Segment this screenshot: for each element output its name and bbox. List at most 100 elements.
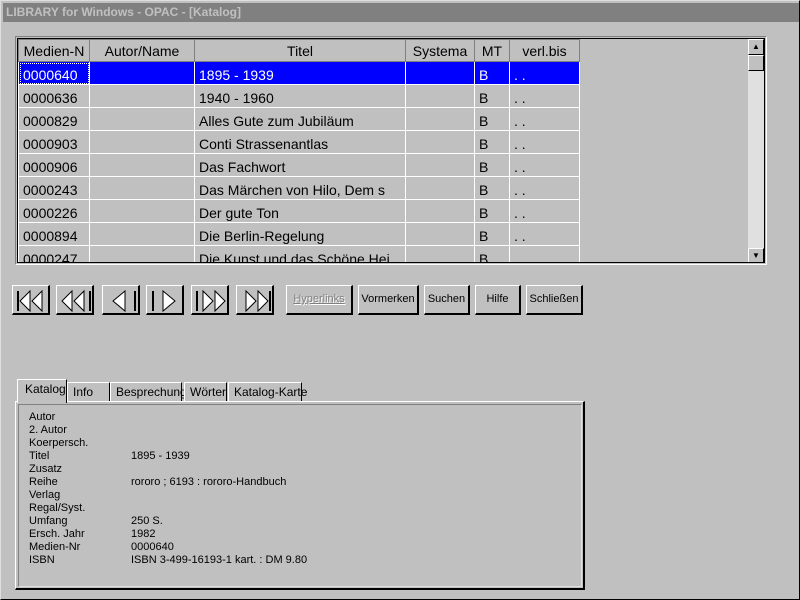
schliessen-button[interactable]: Schließen: [526, 285, 583, 315]
table-cell[interactable]: . .: [509, 153, 580, 177]
table-cell[interactable]: [405, 222, 475, 246]
vormerken-button[interactable]: Vormerken: [358, 285, 419, 315]
scroll-thumb[interactable]: [748, 55, 764, 71]
suchen-button[interactable]: Suchen: [424, 285, 470, 315]
table-cell[interactable]: . .: [509, 176, 580, 200]
table-cell[interactable]: Das Märchen von Hilo, Dem s: [194, 176, 406, 200]
table-cell[interactable]: . .: [509, 130, 580, 154]
next-page-button[interactable]: [191, 285, 229, 315]
table-cell[interactable]: . .: [509, 222, 580, 246]
table-cell[interactable]: B: [474, 107, 510, 131]
table-cell[interactable]: 0000226: [18, 199, 90, 223]
table-cell[interactable]: Das Fachwort: [194, 153, 406, 177]
table-row[interactable]: 0000894 Die Berlin-Regelung B. .: [18, 222, 580, 246]
tab-woerter[interactable]: Wörter: [184, 382, 227, 402]
table-cell[interactable]: Die Berlin-Regelung: [194, 222, 406, 246]
table-cell[interactable]: 0000636: [18, 84, 90, 108]
table-row[interactable]: 0000640 1895 - 1939 B. .: [18, 61, 580, 85]
table-cell[interactable]: B: [474, 61, 510, 85]
table-cell[interactable]: Die Kunst und das Schöne Hei: [194, 245, 406, 262]
table-row[interactable]: 0000243 Das Märchen von Hilo, Dem s B. .: [18, 176, 580, 200]
table-cell[interactable]: [405, 130, 475, 154]
table-cell[interactable]: [405, 61, 475, 85]
table-cell[interactable]: [89, 153, 195, 177]
detail-label: Verlag: [29, 489, 61, 501]
table-cell[interactable]: B: [474, 222, 510, 246]
detail-value: 0000640: [131, 541, 174, 553]
table-cell[interactable]: . .: [509, 199, 580, 223]
table-cell[interactable]: Conti Strassenantlas: [194, 130, 406, 154]
table-cell[interactable]: [89, 245, 195, 262]
table-cell[interactable]: [405, 84, 475, 108]
column-header[interactable]: Autor/Name: [89, 39, 195, 62]
detail-value: rororo ; 6193 : rororo-Handbuch: [131, 476, 287, 488]
tab-besprechung[interactable]: Besprechung: [110, 382, 187, 402]
tab-katalog[interactable]: Katalog: [17, 379, 67, 403]
table-cell[interactable]: 0000640: [18, 61, 90, 85]
table-cell[interactable]: 0000906: [18, 153, 90, 177]
table-cell[interactable]: [89, 222, 195, 246]
table-cell[interactable]: 1940 - 1960: [194, 84, 406, 108]
table-cell[interactable]: . .: [509, 61, 580, 85]
table-cell[interactable]: . .: [509, 84, 580, 108]
table-cell[interactable]: 0000894: [18, 222, 90, 246]
last-record-button[interactable]: [236, 285, 274, 315]
first-record-button[interactable]: [12, 285, 50, 315]
prev-page-button[interactable]: [56, 285, 94, 315]
table-cell[interactable]: B: [474, 199, 510, 223]
table-cell[interactable]: 1895 - 1939: [194, 61, 406, 85]
hyperlinks-button[interactable]: Hyperlinks: [286, 285, 353, 315]
column-header[interactable]: Titel: [194, 39, 406, 62]
tab-katalog-karte[interactable]: Katalog-Karte: [228, 382, 307, 402]
table-cell[interactable]: B: [474, 130, 510, 154]
table-cell[interactable]: [89, 84, 195, 108]
table-cell[interactable]: [89, 199, 195, 223]
table-cell[interactable]: [89, 176, 195, 200]
tab-info[interactable]: Info: [67, 382, 110, 402]
table-cell[interactable]: 0000243: [18, 176, 90, 200]
table-row[interactable]: 0000829 Alles Gute zum Jubiläum B. .: [18, 107, 580, 131]
column-header[interactable]: Systema: [405, 39, 475, 62]
table-cell[interactable]: 0000829: [18, 107, 90, 131]
table-row[interactable]: 0000636 1940 - 1960 B. .: [18, 84, 580, 108]
table-cell[interactable]: [89, 107, 195, 131]
table-row[interactable]: 0000903 Conti Strassenantlas B. .: [18, 130, 580, 154]
table-cell[interactable]: B: [474, 153, 510, 177]
column-header[interactable]: Medien-N: [18, 39, 90, 62]
table-cell[interactable]: . .: [509, 107, 580, 131]
detail-label: Medien-Nr: [29, 541, 81, 553]
next-record-button[interactable]: [146, 285, 184, 315]
table-cell[interactable]: [405, 107, 475, 131]
column-header[interactable]: verl.bis: [509, 39, 580, 62]
detail-panel: Autor 2. Autor Koerpersch. Titel 1895 - 1939…: [15, 401, 585, 590]
table-row[interactable]: 0000226 Der gute Ton B. .: [18, 199, 580, 223]
table-row[interactable]: 0000247 Die Kunst und das Schöne Hei B. .: [18, 245, 580, 262]
table-cell[interactable]: [405, 153, 475, 177]
table-cell[interactable]: Der gute Ton: [194, 199, 406, 223]
grid-vertical-scrollbar[interactable]: ▲ ▼: [748, 39, 764, 262]
detail-label: Zusatz: [29, 463, 63, 475]
table-header-row: Medien-N Autor/Name Titel Systema MT verl.bis: [18, 39, 580, 62]
catalog-table: Medien-N Autor/Name Titel Systema MT verl.bis…: [18, 39, 580, 262]
catalog-grid-body: Medien-N Autor/Name Titel Systema MT verl.bis…: [17, 38, 765, 263]
scroll-down-icon[interactable]: ▼: [748, 248, 764, 262]
table-cell[interactable]: . .: [509, 245, 580, 262]
table-row[interactable]: 0000906 Das Fachwort B. .: [18, 153, 580, 177]
table-cell[interactable]: B: [474, 84, 510, 108]
table-cell[interactable]: [405, 245, 475, 262]
hilfe-button[interactable]: Hilfe: [475, 285, 521, 315]
table-cell[interactable]: [89, 61, 195, 85]
prev-record-button[interactable]: [102, 285, 140, 315]
detail-fields: Autor 2. Autor Koerpersch. Titel 1895 - 1939…: [18, 404, 582, 587]
table-cell[interactable]: Alles Gute zum Jubiläum: [194, 107, 406, 131]
table-cell[interactable]: [405, 176, 475, 200]
table-cell[interactable]: B: [474, 245, 510, 262]
scroll-up-icon[interactable]: ▲: [748, 39, 764, 55]
detail-label: Reihe: [29, 476, 58, 488]
table-cell[interactable]: B: [474, 176, 510, 200]
table-cell[interactable]: 0000903: [18, 130, 90, 154]
table-cell[interactable]: [405, 199, 475, 223]
table-cell[interactable]: 0000247: [18, 245, 90, 262]
column-header[interactable]: MT: [474, 39, 510, 62]
table-cell[interactable]: [89, 130, 195, 154]
